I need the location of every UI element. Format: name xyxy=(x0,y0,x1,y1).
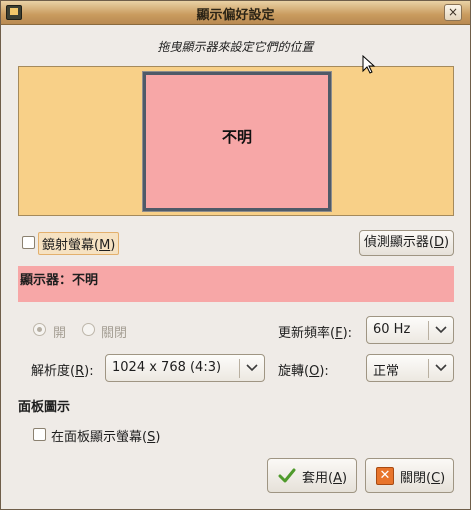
arrange-instruction: 拖曳顯示器來設定它們的位置 xyxy=(157,40,314,54)
power-on-label: 開 xyxy=(53,326,67,341)
show-in-panel-checkbox[interactable] xyxy=(33,428,46,441)
title-bar[interactable]: 顯示偏好設定 × xyxy=(1,1,470,25)
power-off-radio[interactable] xyxy=(82,323,95,336)
refresh-rate-label: 更新頻率(F): xyxy=(278,326,353,341)
power-off-label: 關閉 xyxy=(101,326,128,341)
apply-button[interactable]: 套用(A) xyxy=(267,458,357,493)
rotation-label: 旋轉(O): xyxy=(278,364,329,379)
chevron-down-icon xyxy=(246,364,258,372)
close-icon: × xyxy=(447,5,459,19)
dropdown-separator xyxy=(239,359,240,378)
monitor-tile-label: 不明 xyxy=(221,128,252,146)
close-button[interactable]: ✕ 關閉(C) xyxy=(365,458,454,493)
show-in-panel-label[interactable]: 在面板顯示螢幕(S) xyxy=(51,426,160,445)
refresh-rate-dropdown[interactable]: 60 Hz xyxy=(366,316,454,344)
window-close-button[interactable]: × xyxy=(444,4,462,21)
chevron-down-icon xyxy=(435,364,447,372)
resolution-value: 1024 x 768 (4:3) xyxy=(112,360,222,375)
monitor-tile[interactable]: 不明 xyxy=(142,71,332,212)
window-title: 顯示偏好設定 xyxy=(196,8,275,23)
monitor-arrangement-area[interactable]: 不明 xyxy=(18,66,454,216)
dropdown-separator xyxy=(428,359,429,378)
resolution-dropdown[interactable]: 1024 x 768 (4:3) xyxy=(105,354,265,382)
panel-icon-section-title: 面板圖示 xyxy=(18,400,71,415)
monitor-header: 顯示器：不明 xyxy=(18,266,454,302)
power-on-radio[interactable] xyxy=(33,323,46,336)
dropdown-separator xyxy=(428,321,429,340)
resolution-label: 解析度(R): xyxy=(31,364,94,379)
check-icon xyxy=(278,468,296,483)
close-label: 關閉(C) xyxy=(400,471,446,486)
display-preferences-window: 顯示偏好設定 × 拖曳顯示器來設定它們的位置 不明 鏡射螢幕(M) 偵測顯示器(… xyxy=(0,0,471,510)
rotation-value: 正常 xyxy=(373,364,400,379)
x-icon: ✕ xyxy=(376,467,394,485)
apply-label: 套用(A) xyxy=(302,471,348,486)
refresh-rate-value: 60 Hz xyxy=(373,322,411,337)
mirror-screens-checkbox[interactable] xyxy=(22,236,35,249)
chevron-down-icon xyxy=(435,326,447,334)
mirror-screens-label[interactable]: 鏡射螢幕(M) xyxy=(38,232,120,255)
rotation-dropdown[interactable]: 正常 xyxy=(366,354,454,382)
detect-displays-button[interactable]: 偵測顯示器(D) xyxy=(359,230,454,256)
mouse-cursor-icon xyxy=(362,55,376,74)
